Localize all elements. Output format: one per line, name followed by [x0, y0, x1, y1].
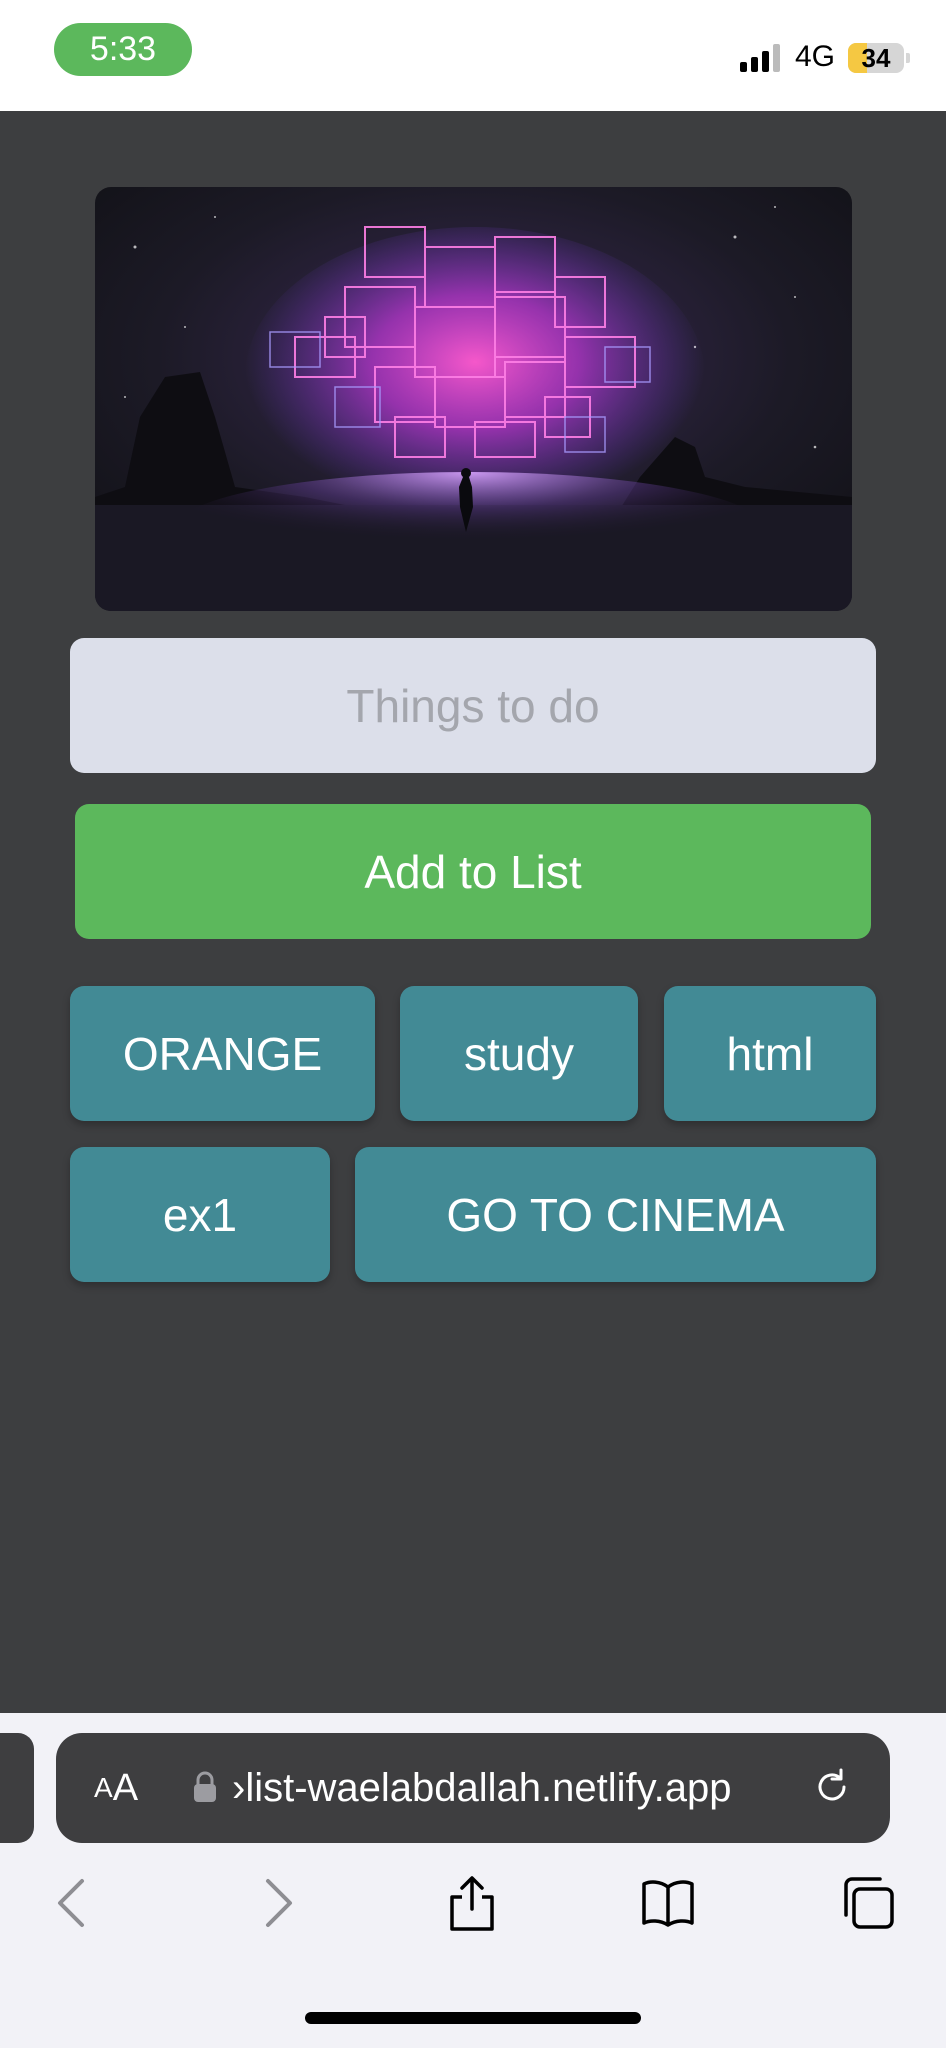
- add-to-list-button[interactable]: Add to List: [75, 804, 871, 939]
- reader-settings-button[interactable]: AA: [94, 1733, 138, 1843]
- home-indicator: [305, 2012, 641, 2024]
- previous-tab[interactable]: [0, 1733, 34, 1843]
- status-time: 5:33: [54, 23, 192, 76]
- aa-large-label: A: [112, 1766, 139, 1809]
- bookmarks-icon[interactable]: [640, 1875, 696, 1931]
- tabs-icon[interactable]: [840, 1875, 896, 1931]
- todo-item[interactable]: study: [400, 986, 638, 1121]
- aa-small-label: A: [94, 1772, 113, 1803]
- todo-item[interactable]: html: [664, 986, 876, 1121]
- url-text: ›list-waelabdallah.netlify.app: [232, 1765, 732, 1810]
- battery-level: 34: [861, 43, 891, 73]
- back-icon[interactable]: [46, 1875, 102, 1931]
- forward-icon[interactable]: [248, 1875, 304, 1931]
- battery-tip: [906, 53, 910, 63]
- cellular-signal-icon: [740, 44, 780, 72]
- battery-icon: 34: [848, 43, 904, 73]
- todo-item[interactable]: ex1: [70, 1147, 330, 1282]
- hero-image: [95, 187, 852, 611]
- todo-item[interactable]: ORANGE: [70, 986, 375, 1121]
- todo-input[interactable]: [70, 638, 876, 773]
- reload-icon[interactable]: [810, 1765, 854, 1809]
- app-page: Add to List ORANGE study html ex1 GO TO …: [0, 111, 946, 1713]
- neon-cube-cloud-image: [95, 187, 852, 611]
- share-icon[interactable]: [444, 1875, 500, 1931]
- status-bar: 5:33 4G 34: [0, 0, 946, 111]
- network-type: 4G: [795, 40, 836, 73]
- todo-item[interactable]: GO TO CINEMA: [355, 1147, 876, 1282]
- lock-icon: [194, 1771, 216, 1802]
- address-bar[interactable]: AA ›list-waelabdallah.netlify.app: [56, 1733, 890, 1843]
- browser-bar: AA ›list-waelabdallah.netlify.app: [0, 1713, 946, 2048]
